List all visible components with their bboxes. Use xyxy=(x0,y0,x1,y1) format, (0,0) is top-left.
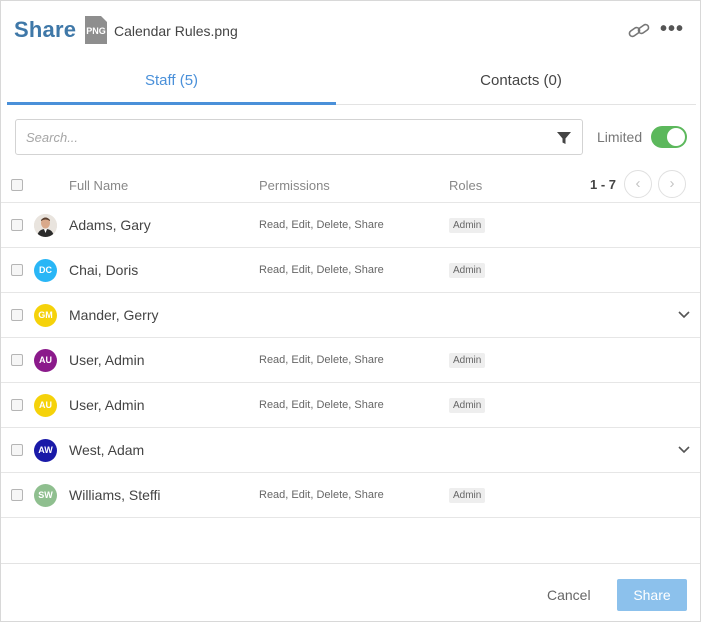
avatar: AW xyxy=(34,439,57,462)
table-row[interactable]: Adams, Gary Read, Edit, Delete, Share Admi… xyxy=(1,203,700,248)
select-all-checkbox[interactable] xyxy=(11,179,23,191)
row-checkbox[interactable] xyxy=(11,264,23,276)
share-button[interactable]: Share xyxy=(617,579,687,611)
previous-page-icon[interactable]: ‹ xyxy=(624,170,652,198)
limited-toggle[interactable] xyxy=(651,126,687,148)
table-row[interactable]: SW Williams, Steffi Read, Edit, Delete, Sh… xyxy=(1,473,700,518)
search-input[interactable] xyxy=(16,120,536,154)
avatar: GM xyxy=(34,304,57,327)
role-badge: Admin xyxy=(449,218,486,233)
table-row[interactable]: AU User, Admin Read, Edit, Delete, Share Ad… xyxy=(1,383,700,428)
staff-name: Mander, Gerry xyxy=(69,307,159,323)
more-options-icon[interactable]: ••• xyxy=(660,19,684,41)
staff-name: West, Adam xyxy=(69,442,145,458)
table-row[interactable]: DC Chai, Doris Read, Edit, Delete, Share Ad… xyxy=(1,248,700,293)
permissions-text: Read, Edit, Delete, Share xyxy=(259,399,384,411)
staff-name: User, Admin xyxy=(69,397,145,413)
limited-label: Limited xyxy=(597,129,643,145)
chevron-down-icon[interactable] xyxy=(677,307,691,321)
avatar: DC xyxy=(34,259,57,282)
row-checkbox[interactable] xyxy=(11,444,23,456)
role-badge: Admin xyxy=(449,353,486,368)
share-dialog: Share PNG Calendar Rules.png ••• Staff (… xyxy=(0,0,701,622)
tab-staff[interactable]: Staff (5) xyxy=(7,61,336,105)
row-checkbox[interactable] xyxy=(11,354,23,366)
permissions-text: Read, Edit, Delete, Share xyxy=(259,354,384,366)
staff-name: Chai, Doris xyxy=(69,262,139,278)
role-badge: Admin xyxy=(449,398,486,413)
permissions-text: Read, Edit, Delete, Share xyxy=(259,219,384,231)
role-badge: Admin xyxy=(449,263,486,278)
table-row[interactable]: AW West, Adam xyxy=(1,428,700,473)
file-name: Calendar Rules.png xyxy=(114,23,238,39)
dialog-header: Share PNG Calendar Rules.png ••• xyxy=(1,1,700,61)
dialog-footer: Cancel Share xyxy=(1,563,700,622)
dialog-title: Share xyxy=(14,17,77,42)
column-header-permissions[interactable]: Permissions xyxy=(259,178,330,193)
tab-contacts[interactable]: Contacts (0) xyxy=(356,61,686,105)
toggle-knob xyxy=(667,128,685,146)
table-row[interactable]: AU User, Admin Read, Edit, Delete, Share Ad… xyxy=(1,338,700,383)
row-checkbox[interactable] xyxy=(11,309,23,321)
permissions-text: Read, Edit, Delete, Share xyxy=(259,264,384,276)
row-checkbox[interactable] xyxy=(11,219,23,231)
staff-list: Adams, Gary Read, Edit, Delete, Share Admi… xyxy=(1,203,700,518)
row-checkbox[interactable] xyxy=(11,399,23,411)
avatar: AU xyxy=(34,394,57,417)
link-icon[interactable] xyxy=(627,21,651,41)
chevron-down-icon[interactable] xyxy=(677,442,691,456)
pagination-range: 1 - 7 xyxy=(590,177,617,192)
table-header: Full Name Permissions Roles 1 - 7 ‹ › xyxy=(1,167,700,203)
column-header-full-name[interactable]: Full Name xyxy=(69,178,128,193)
filter-icon[interactable] xyxy=(556,130,572,146)
role-badge: Admin xyxy=(449,488,486,503)
avatar: AU xyxy=(34,349,57,372)
avatar xyxy=(34,214,57,237)
cancel-button[interactable]: Cancel xyxy=(547,587,591,603)
row-checkbox[interactable] xyxy=(11,489,23,501)
permissions-text: Read, Edit, Delete, Share xyxy=(259,489,384,501)
next-page-icon[interactable]: › xyxy=(658,170,686,198)
avatar: SW xyxy=(34,484,57,507)
share-tabs: Staff (5) Contacts (0) xyxy=(7,61,696,105)
search-box xyxy=(15,119,583,155)
staff-name: Williams, Steffi xyxy=(69,487,161,503)
staff-name: Adams, Gary xyxy=(69,217,151,233)
column-header-roles[interactable]: Roles xyxy=(449,178,482,193)
png-file-icon: PNG xyxy=(85,16,107,44)
staff-name: User, Admin xyxy=(69,352,145,368)
table-row[interactable]: GM Mander, Gerry xyxy=(1,293,700,338)
